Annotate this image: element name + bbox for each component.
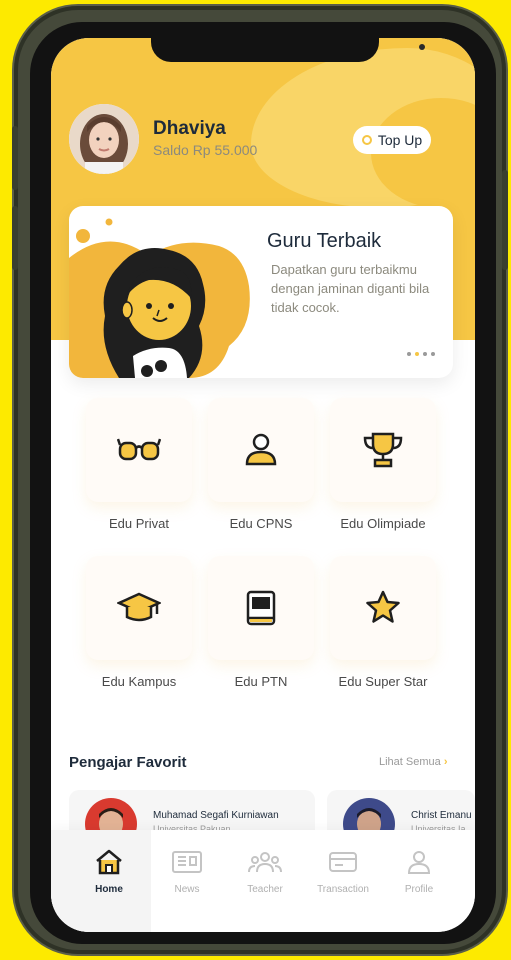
nav-transaction[interactable]: Transaction bbox=[305, 848, 381, 895]
menu-label: Edu CPNS bbox=[229, 516, 293, 531]
menu-edu-cpns[interactable]: Edu CPNS bbox=[205, 398, 317, 531]
glasses-icon bbox=[117, 438, 161, 461]
menu-edu-privat[interactable]: Edu Privat bbox=[83, 398, 195, 531]
menu-edu-kampus[interactable]: Edu Kampus bbox=[83, 556, 195, 689]
top-up-button[interactable]: Top Up bbox=[353, 126, 431, 154]
power-button bbox=[502, 170, 508, 270]
book-icon bbox=[246, 590, 276, 626]
teacher-icon bbox=[248, 852, 282, 873]
top-up-label: Top Up bbox=[377, 132, 423, 148]
card-icon bbox=[329, 852, 357, 872]
chevron-right-icon: › bbox=[443, 756, 448, 768]
nav-teacher[interactable]: Teacher bbox=[227, 848, 303, 895]
carousel-dot[interactable] bbox=[415, 352, 419, 356]
menu-card[interactable] bbox=[330, 398, 436, 502]
section-title: Pengajar Favorit bbox=[69, 754, 187, 771]
menu-label: Edu Privat bbox=[109, 516, 169, 531]
menu-edu-super-star[interactable]: Edu Super Star bbox=[327, 556, 439, 689]
menu-card[interactable] bbox=[86, 398, 192, 502]
person-icon bbox=[245, 433, 277, 466]
nav-home[interactable]: Home bbox=[71, 848, 147, 895]
circle-icon bbox=[361, 135, 372, 145]
menu-edu-olimpiade[interactable]: Edu Olimpiade bbox=[327, 398, 439, 531]
nav-label: Transaction bbox=[317, 884, 369, 895]
menu-card[interactable] bbox=[208, 556, 314, 660]
promo-banner[interactable]: Guru Terbaik Dapatkan guru terbaikmu den… bbox=[69, 206, 453, 378]
app-screen: Dhaviya Saldo Rp 55.000 Top Up Guru Terb… bbox=[51, 38, 475, 932]
menu-label: Edu Super Star bbox=[338, 674, 428, 689]
banner-title: Guru Terbaik bbox=[267, 230, 382, 252]
menu-card[interactable] bbox=[86, 556, 192, 660]
teacher-name: Christ Emanu bbox=[411, 810, 472, 821]
see-all-label: Lihat Semua bbox=[379, 756, 441, 768]
nav-news[interactable]: News bbox=[149, 848, 225, 895]
menu-label: Edu Olimpiade bbox=[340, 516, 426, 531]
menu-edu-ptn[interactable]: Edu PTN bbox=[205, 556, 317, 689]
user-name: Dhaviya bbox=[153, 118, 226, 139]
see-all-link[interactable]: Lihat Semua › bbox=[379, 756, 448, 768]
carousel-indicator[interactable] bbox=[407, 352, 435, 356]
volume-button bbox=[12, 126, 18, 190]
menu-card[interactable] bbox=[208, 398, 314, 502]
menu-label: Edu PTN bbox=[234, 674, 288, 689]
menu-card[interactable] bbox=[330, 556, 436, 660]
nav-label: Teacher bbox=[247, 884, 283, 895]
graduation-cap-icon bbox=[117, 592, 161, 622]
home-icon bbox=[96, 849, 122, 875]
banner-description: Dapatkan guru terbaikmu dengan jaminan d… bbox=[271, 262, 430, 315]
balance-text: Saldo Rp 55.000 bbox=[153, 142, 258, 158]
star-icon bbox=[366, 590, 400, 623]
volume-button bbox=[12, 206, 18, 270]
news-icon bbox=[172, 851, 202, 873]
camera-icon bbox=[419, 44, 425, 50]
nav-label: News bbox=[174, 884, 200, 895]
carousel-dot[interactable] bbox=[431, 352, 435, 356]
nav-label: Home bbox=[95, 884, 123, 895]
teacher-illustration bbox=[69, 218, 250, 378]
nav-profile[interactable]: Profile bbox=[381, 848, 457, 895]
carousel-dot[interactable] bbox=[423, 352, 427, 356]
teacher-name: Muhamad Segafi Kurniawan bbox=[153, 810, 279, 821]
profile-icon bbox=[407, 851, 431, 874]
nav-label: Profile bbox=[404, 884, 434, 895]
carousel-dot[interactable] bbox=[407, 352, 411, 356]
trophy-icon bbox=[363, 432, 403, 468]
menu-label: Edu Kampus bbox=[101, 674, 177, 689]
avatar[interactable] bbox=[69, 104, 139, 174]
bottom-navigation: Home News Teacher Transaction Profile bbox=[51, 830, 475, 932]
phone-notch bbox=[151, 38, 425, 62]
